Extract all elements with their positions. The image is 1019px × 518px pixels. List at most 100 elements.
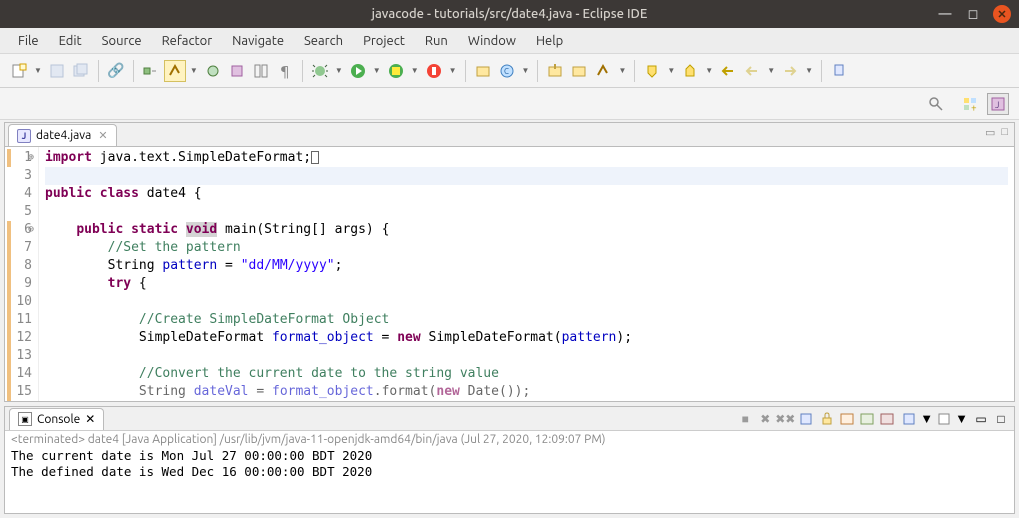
new-java-project-button[interactable] (472, 60, 494, 82)
minimize-button[interactable]: — (937, 6, 953, 22)
menu-help[interactable]: Help (526, 31, 573, 51)
new-class-button[interactable] (202, 60, 224, 82)
show-on-output-button[interactable] (858, 410, 876, 428)
code-editor[interactable]: 1⊕ 3 4 5 6⊖ 7 8 9 10 11 12 13 14 15 impo… (5, 147, 1014, 401)
forward-dropdown[interactable]: ▼ (803, 66, 815, 75)
menu-file[interactable]: File (8, 31, 49, 51)
back-dropdown[interactable]: ▼ (765, 66, 777, 75)
run-dropdown[interactable]: ▼ (371, 66, 383, 75)
menu-bar: File Edit Source Refactor Navigate Searc… (0, 28, 1019, 54)
toolbar-separator (302, 60, 303, 82)
toggle-mark-button[interactable] (164, 60, 186, 82)
java-file-icon: J (17, 129, 31, 143)
window-controls: — ◻ ✕ (937, 5, 1011, 23)
search-dropdown[interactable]: ▼ (616, 66, 628, 75)
debug-dropdown[interactable]: ▼ (333, 66, 345, 75)
link-editor-button[interactable]: 🔗 (105, 60, 127, 82)
close-tab-icon[interactable]: ✕ (98, 129, 107, 142)
next-annotation-button[interactable] (641, 60, 663, 82)
clear-console-button[interactable] (798, 410, 816, 428)
new-java-class-button[interactable]: C (496, 60, 518, 82)
external-tools-button[interactable] (423, 60, 445, 82)
save-all-button[interactable] (70, 60, 92, 82)
maximize-button[interactable]: ◻ (965, 6, 981, 22)
coverage-dropdown[interactable]: ▼ (409, 66, 421, 75)
back-button[interactable] (741, 60, 763, 82)
console-maximize-icon[interactable]: □ (992, 410, 1010, 428)
pin-console-button[interactable] (900, 410, 918, 428)
next-annotation-dropdown[interactable]: ▼ (665, 66, 677, 75)
quick-access-search-icon[interactable] (925, 93, 947, 115)
console-tab-label: Console (37, 413, 80, 426)
remove-all-button[interactable]: ✖✖ (776, 410, 794, 428)
last-edit-button[interactable] (717, 60, 739, 82)
open-type-button[interactable] (544, 60, 566, 82)
toolbar-separator (634, 60, 635, 82)
show-whitespace-button[interactable]: ¶ (274, 60, 296, 82)
console-tab-bar: ▣ Console ✕ ■ ✖ ✖✖ ▼ ▼ ▭ □ (5, 407, 1014, 431)
toolbar-separator (465, 60, 466, 82)
coverage-button[interactable] (385, 60, 407, 82)
editor-tab-date4[interactable]: J date4.java ✕ (8, 124, 117, 146)
close-button[interactable]: ✕ (993, 5, 1011, 23)
display-console-dropdown[interactable]: ▼ (955, 411, 968, 426)
editor-tab-label: date4.java (36, 129, 91, 142)
open-perspective-button[interactable]: + (959, 93, 981, 115)
prev-annotation-dropdown[interactable]: ▼ (703, 66, 715, 75)
console-output[interactable]: The current date is Mon Jul 27 00:00:00 … (5, 448, 1014, 513)
editor-area: J date4.java ✕ ▭ □ 1⊕ 3 4 5 6⊖ 7 8 9 10 … (4, 122, 1015, 402)
line-number-gutter: 1⊕ 3 4 5 6⊖ 7 8 9 10 11 12 13 14 15 (5, 147, 39, 401)
menu-run[interactable]: Run (415, 31, 458, 51)
close-console-icon[interactable]: ✕ (85, 412, 95, 426)
new-dropdown[interactable]: ▼ (32, 66, 44, 75)
svg-text:C: C (504, 67, 509, 76)
toolbar-separator (821, 60, 822, 82)
console-icon: ▣ (18, 412, 32, 426)
new-class-dropdown[interactable]: ▼ (520, 66, 532, 75)
open-task-button[interactable] (568, 60, 590, 82)
toolbar-separator (537, 60, 538, 82)
block-select-button[interactable] (250, 60, 272, 82)
save-button[interactable] (46, 60, 68, 82)
display-console-button[interactable] (935, 410, 953, 428)
scroll-lock-button[interactable] (818, 410, 836, 428)
menu-source[interactable]: Source (92, 31, 152, 51)
editor-tab-controls: ▭ □ (985, 126, 1008, 139)
window-title: javacode - tutorials/src/date4.java - Ec… (372, 7, 648, 21)
menu-navigate[interactable]: Navigate (222, 31, 294, 51)
run-button[interactable] (347, 60, 369, 82)
menu-search[interactable]: Search (294, 31, 353, 51)
debug-button[interactable] (309, 60, 331, 82)
main-toolbar: ▼ 🔗 ▼ ¶ ▼ ▼ ▼ ▼ C ▼ ▼ ▼ ▼ ▼ ▼ (0, 54, 1019, 88)
pin-console-dropdown[interactable]: ▼ (920, 411, 933, 426)
show-on-error-button[interactable] (878, 410, 896, 428)
console-tab[interactable]: ▣ Console ✕ (9, 408, 104, 430)
toggle-breadcrumb-button[interactable] (140, 60, 162, 82)
terminate-button[interactable]: ■ (736, 410, 754, 428)
menu-refactor[interactable]: Refactor (152, 31, 223, 51)
toolbar-separator (133, 60, 134, 82)
menu-edit[interactable]: Edit (49, 31, 92, 51)
pin-editor-button[interactable] (828, 60, 850, 82)
mark-dropdown[interactable]: ▼ (188, 66, 200, 75)
maximize-view-icon[interactable]: □ (1001, 126, 1008, 139)
prev-annotation-button[interactable] (679, 60, 701, 82)
minimize-view-icon[interactable]: ▭ (985, 126, 995, 139)
java-perspective-button[interactable]: J (987, 93, 1009, 115)
new-package-button[interactable] (226, 60, 248, 82)
forward-button[interactable] (779, 60, 801, 82)
perspective-bar: + J (0, 88, 1019, 120)
title-bar: javacode - tutorials/src/date4.java - Ec… (0, 0, 1019, 28)
search-button[interactable] (592, 60, 614, 82)
remove-launch-button[interactable]: ✖ (756, 410, 774, 428)
new-button[interactable] (8, 60, 30, 82)
console-minimize-icon[interactable]: ▭ (972, 410, 990, 428)
svg-text:+: + (971, 102, 977, 112)
menu-project[interactable]: Project (353, 31, 415, 51)
menu-window[interactable]: Window (458, 31, 526, 51)
console-view: ▣ Console ✕ ■ ✖ ✖✖ ▼ ▼ ▭ □ <terminated> … (4, 406, 1015, 514)
console-toolbar: ■ ✖ ✖✖ ▼ ▼ ▭ □ (736, 410, 1010, 428)
word-wrap-button[interactable] (838, 410, 856, 428)
external-tools-dropdown[interactable]: ▼ (447, 66, 459, 75)
code-content[interactable]: import java.text.SimpleDateFormat; publi… (39, 147, 1014, 401)
